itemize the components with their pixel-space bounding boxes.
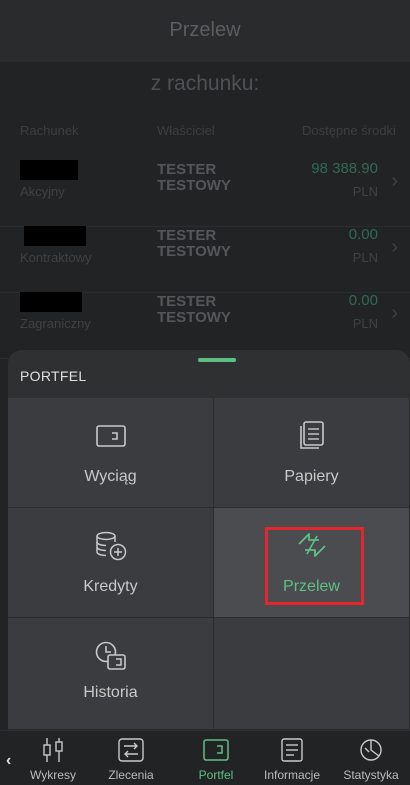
account-currency: PLN [352, 250, 378, 265]
tile-empty [214, 618, 410, 730]
redacted-account-number [20, 160, 78, 180]
nav-label: Statystyka [343, 768, 399, 782]
account-amount: 98 388.90 [311, 160, 378, 177]
account-currency: PLN [352, 184, 378, 199]
account-amount: 0.00 [348, 292, 378, 309]
sheet-title: PORTFEL [20, 368, 87, 384]
owner-last-name: TESTOWY [157, 243, 231, 260]
tile-historia[interactable]: Historia [8, 618, 214, 730]
owner-last-name: TESTOWY [157, 177, 231, 194]
tile-papiery[interactable]: Papiery [214, 398, 410, 508]
coins-add-icon [8, 530, 213, 567]
col-header-account: Rachunek [20, 123, 79, 138]
owner-first-name: TESTER [157, 227, 217, 244]
wallet-icon [8, 424, 213, 453]
account-row[interactable]: Akcyjny TESTER TESTOWY 98 388.90 PLN › [0, 160, 410, 227]
account-owner: TESTER TESTOWY [157, 294, 231, 326]
nav-zlecenia[interactable]: Zlecenia [96, 731, 166, 785]
chevron-right-icon: › [391, 236, 398, 258]
redacted-account-number [24, 226, 86, 246]
documents-icon [214, 420, 409, 455]
tile-label: Papiery [284, 468, 339, 485]
tile-label: Wyciąg [84, 468, 137, 485]
nav-portfel[interactable]: Portfel [186, 731, 246, 785]
account-type: Zagraniczny [20, 316, 91, 331]
account-owner: TESTER TESTOWY [157, 162, 231, 194]
nav-informacje[interactable]: Informacje [256, 731, 328, 785]
owner-first-name: TESTER [157, 161, 217, 178]
col-header-available: Dostępne środki [302, 123, 396, 138]
scroll-left-icon[interactable]: ‹ [6, 752, 11, 770]
nav-label: Informacje [263, 768, 321, 782]
tile-label: Kredyty [83, 578, 138, 595]
account-type: Akcyjny [20, 184, 65, 199]
stats-icon [336, 737, 406, 768]
chevron-right-icon: › [391, 302, 398, 324]
nav-statystyka[interactable]: Statystyka [336, 731, 406, 785]
tile-kredyty[interactable]: Kredyty [8, 508, 214, 618]
candlestick-icon [18, 737, 88, 768]
account-currency: PLN [352, 316, 378, 331]
account-row[interactable]: Kontraktowy TESTER TESTOWY 0.00 PLN › [0, 226, 410, 293]
col-header-owner: Właściciel [157, 123, 215, 138]
page-title: Przelew [169, 19, 241, 41]
nav-label: Wykresy [30, 768, 76, 782]
account-owner: TESTER TESTOWY [157, 228, 231, 260]
redacted-account-number [20, 292, 82, 312]
top-bar: Przelew [0, 0, 410, 62]
orders-icon [96, 737, 166, 768]
owner-first-name: TESTER [157, 293, 217, 310]
history-icon [8, 640, 213, 677]
wallet-icon [186, 737, 246, 768]
bottom-navigation: Wykresy Zlecenia Portfel Informacje Stat… [0, 730, 410, 785]
account-type: Kontraktowy [20, 250, 92, 265]
tile-wyciag[interactable]: Wyciąg [8, 398, 214, 508]
account-row[interactable]: Zagraniczny TESTER TESTOWY 0.00 PLN › [0, 292, 410, 359]
account-amount: 0.00 [348, 226, 378, 243]
nav-label: Portfel [198, 768, 234, 782]
highlight-box [265, 527, 364, 605]
nav-label: Zlecenia [108, 768, 154, 782]
owner-last-name: TESTOWY [157, 309, 231, 326]
nav-wykresy[interactable]: Wykresy [18, 731, 88, 785]
chevron-right-icon: › [391, 170, 398, 192]
tile-label: Historia [83, 684, 138, 701]
news-icon [256, 737, 328, 768]
sheet-drag-handle[interactable] [198, 358, 236, 362]
page-subtitle: z rachunku: [150, 72, 260, 95]
